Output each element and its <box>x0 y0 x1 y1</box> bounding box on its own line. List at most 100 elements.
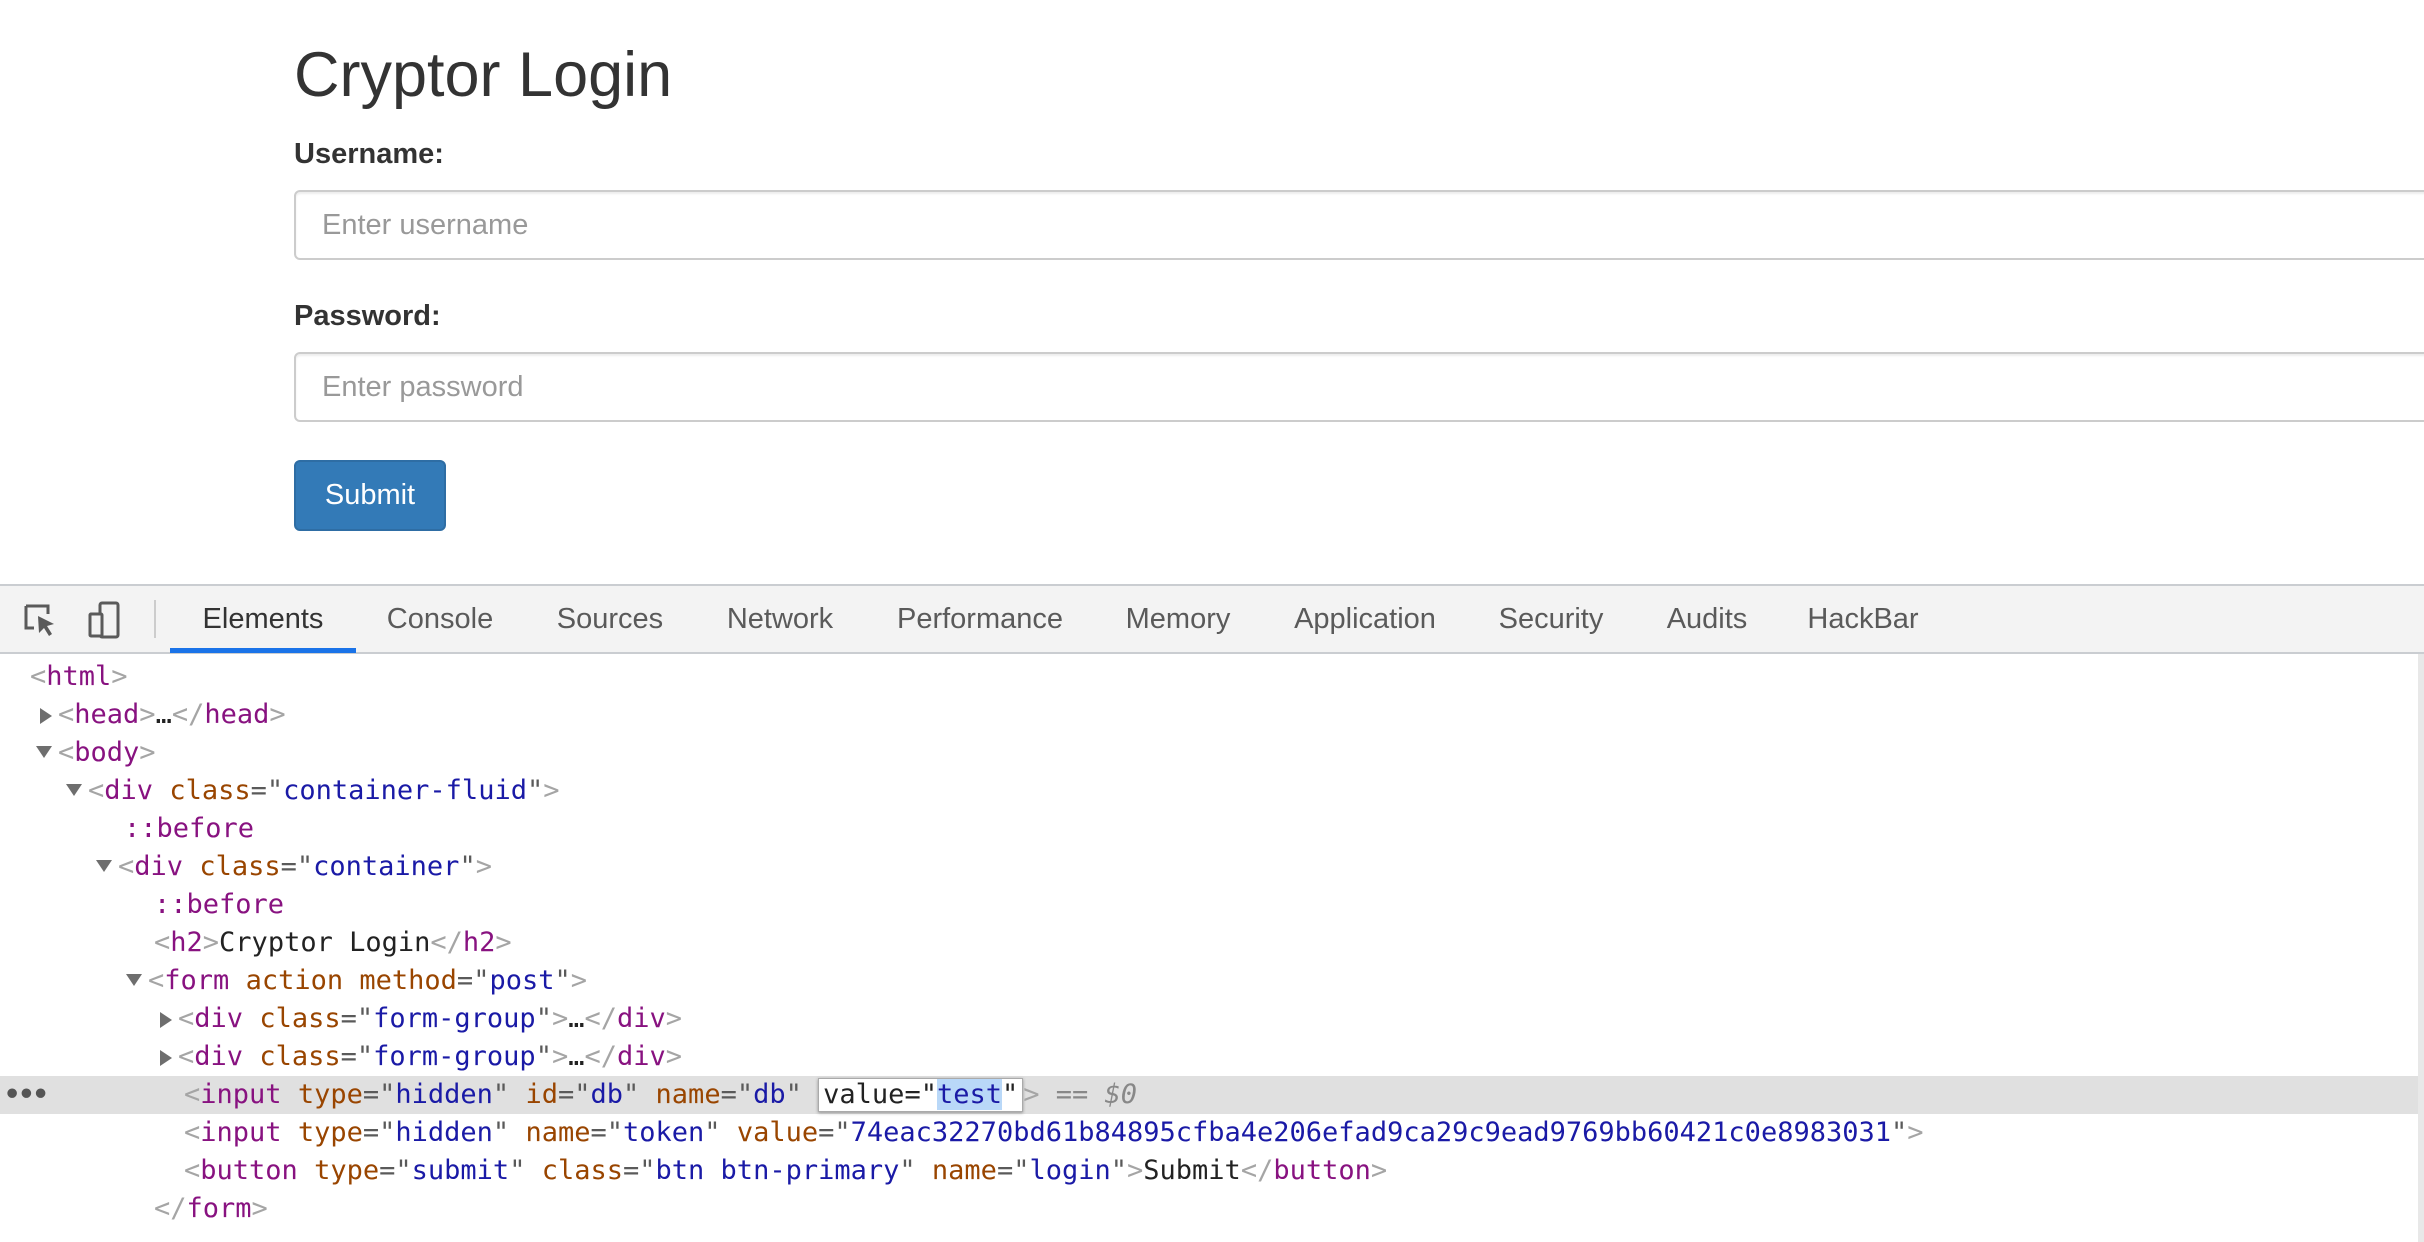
attr-value: form-group <box>373 1041 536 1072</box>
collapsed-ellipsis: … <box>155 699 172 730</box>
text-node: Cryptor Login <box>219 927 431 958</box>
tag-name: div <box>194 1041 244 1072</box>
attr-value: post <box>489 965 555 996</box>
tab-elements[interactable]: Elements <box>170 586 356 652</box>
attr-value: form-group <box>373 1003 536 1034</box>
dom-node-input-token[interactable]: <input type="hidden" name="token" value=… <box>0 1114 2418 1152</box>
attr-name: class <box>541 1155 623 1186</box>
tag-name: div <box>194 1003 244 1034</box>
attr-name: class <box>169 775 251 806</box>
tag-name: form <box>186 1193 252 1224</box>
inspect-element-icon[interactable] <box>20 600 60 640</box>
attr-name: name <box>525 1117 591 1148</box>
dom-node-form[interactable]: <form action method="post"> <box>0 962 2418 1000</box>
selected-node-marker: == $0 <box>1055 1079 1138 1110</box>
attr-value: container <box>313 851 460 882</box>
tab-application[interactable]: Application <box>1280 586 1450 652</box>
expand-arrow-icon[interactable] <box>160 1011 172 1028</box>
tab-hackbar[interactable]: HackBar <box>1796 586 1930 652</box>
text-node: Submit <box>1143 1155 1241 1186</box>
attr-value: db <box>753 1079 786 1110</box>
tag-name: div <box>617 1041 666 1072</box>
attr-name: class <box>199 851 281 882</box>
tab-memory[interactable]: Memory <box>1110 586 1246 652</box>
tag-name: button <box>200 1155 298 1186</box>
device-toolbar-icon[interactable] <box>86 600 126 640</box>
attr-value: container-fluid <box>283 775 527 806</box>
dom-node-button[interactable]: <button type="submit" class="btn btn-pri… <box>0 1152 2418 1190</box>
password-input[interactable] <box>294 352 2424 422</box>
tab-console[interactable]: Console <box>372 586 508 652</box>
scrollbar[interactable] <box>2418 654 2424 1242</box>
login-page: Cryptor Login Username: Password: Submit <box>0 0 2424 584</box>
tab-performance[interactable]: Performance <box>880 586 1080 652</box>
attr-name: class <box>259 1041 341 1072</box>
tag-name: html <box>46 661 112 692</box>
tag-name: button <box>1273 1155 1371 1186</box>
tag-name: div <box>617 1003 666 1034</box>
submit-button[interactable]: Submit <box>294 460 446 531</box>
attr-name: name <box>931 1155 997 1186</box>
elements-tree: <html> <head>…</head> <body> <div class=… <box>0 654 2424 1242</box>
attr-value: hidden <box>395 1117 493 1148</box>
collapse-arrow-icon[interactable] <box>96 859 112 872</box>
toolbar-divider <box>154 600 156 638</box>
devtools-toolbar: Elements Console Sources Network Perform… <box>0 586 2424 654</box>
collapse-arrow-icon[interactable] <box>36 745 52 758</box>
dom-node-body[interactable]: <body> <box>0 734 2418 772</box>
attr-name: action <box>245 965 344 996</box>
dom-node-html[interactable]: <html> <box>0 658 2418 696</box>
attr-name: id <box>525 1079 558 1110</box>
tag-name: h2 <box>462 927 496 958</box>
attr-value: login <box>1029 1155 1111 1186</box>
attribute-edit-field[interactable]: value="test" <box>818 1078 1024 1112</box>
dom-node-form-group[interactable]: <div class="form-group">…</div> <box>0 1038 2418 1076</box>
dom-node-form-close[interactable]: </form> <box>0 1190 2418 1228</box>
attr-name: class <box>259 1003 341 1034</box>
collapse-arrow-icon[interactable] <box>126 973 142 986</box>
dom-node-before[interactable]: ::before <box>0 810 2418 848</box>
dom-node-container-fluid[interactable]: <div class="container-fluid"> <box>0 772 2418 810</box>
devtools-panel: Elements Console Sources Network Perform… <box>0 584 2424 1242</box>
attr-name: type <box>314 1155 380 1186</box>
dom-node-h2[interactable]: <h2>Cryptor Login</h2> <box>0 924 2418 962</box>
dom-node-input-db-selected[interactable]: ••• <input type="hidden" id="db" name="d… <box>0 1076 2418 1114</box>
pseudo-element: ::before <box>124 813 255 844</box>
active-tab-indicator <box>170 648 356 653</box>
tab-security[interactable]: Security <box>1484 586 1618 652</box>
tag-name: input <box>200 1079 282 1110</box>
attr-name: value <box>736 1117 819 1148</box>
dom-node-container[interactable]: <div class="container"> <box>0 848 2418 886</box>
expand-arrow-icon[interactable] <box>40 707 52 724</box>
pseudo-element: ::before <box>154 889 285 920</box>
tag-name: div <box>104 775 154 806</box>
tab-sources[interactable]: Sources <box>540 586 680 652</box>
collapsed-ellipsis: … <box>568 1041 585 1072</box>
tab-audits[interactable]: Audits <box>1650 586 1764 652</box>
tag-name: head <box>74 699 140 730</box>
attr-value: 74eac32270bd61b84895cfba4e206efad9ca29c9… <box>850 1117 1891 1148</box>
tag-name: body <box>74 737 140 768</box>
tag-name: form <box>164 965 230 996</box>
collapse-arrow-icon[interactable] <box>66 783 82 796</box>
attr-name: type <box>297 1079 363 1110</box>
password-label: Password: <box>294 300 441 332</box>
attr-name: method <box>359 965 457 996</box>
username-label: Username: <box>294 138 444 170</box>
dom-node-head[interactable]: <head>…</head> <box>0 696 2418 734</box>
tag-name: head <box>204 699 270 730</box>
more-options-icon[interactable]: ••• <box>4 1076 49 1114</box>
tag-name: div <box>134 851 184 882</box>
tag-name: h2 <box>170 927 203 958</box>
attr-value: btn btn-primary <box>655 1155 900 1186</box>
attr-value: token <box>623 1117 705 1148</box>
dom-node-form-group[interactable]: <div class="form-group">…</div> <box>0 1000 2418 1038</box>
username-input[interactable] <box>294 190 2424 260</box>
attr-value: hidden <box>395 1079 493 1110</box>
dom-node-before[interactable]: ::before <box>0 886 2418 924</box>
expand-arrow-icon[interactable] <box>160 1049 172 1066</box>
collapsed-ellipsis: … <box>568 1003 585 1034</box>
attr-name: value <box>823 1079 905 1110</box>
tab-network[interactable]: Network <box>710 586 850 652</box>
tag-name: input <box>200 1117 282 1148</box>
